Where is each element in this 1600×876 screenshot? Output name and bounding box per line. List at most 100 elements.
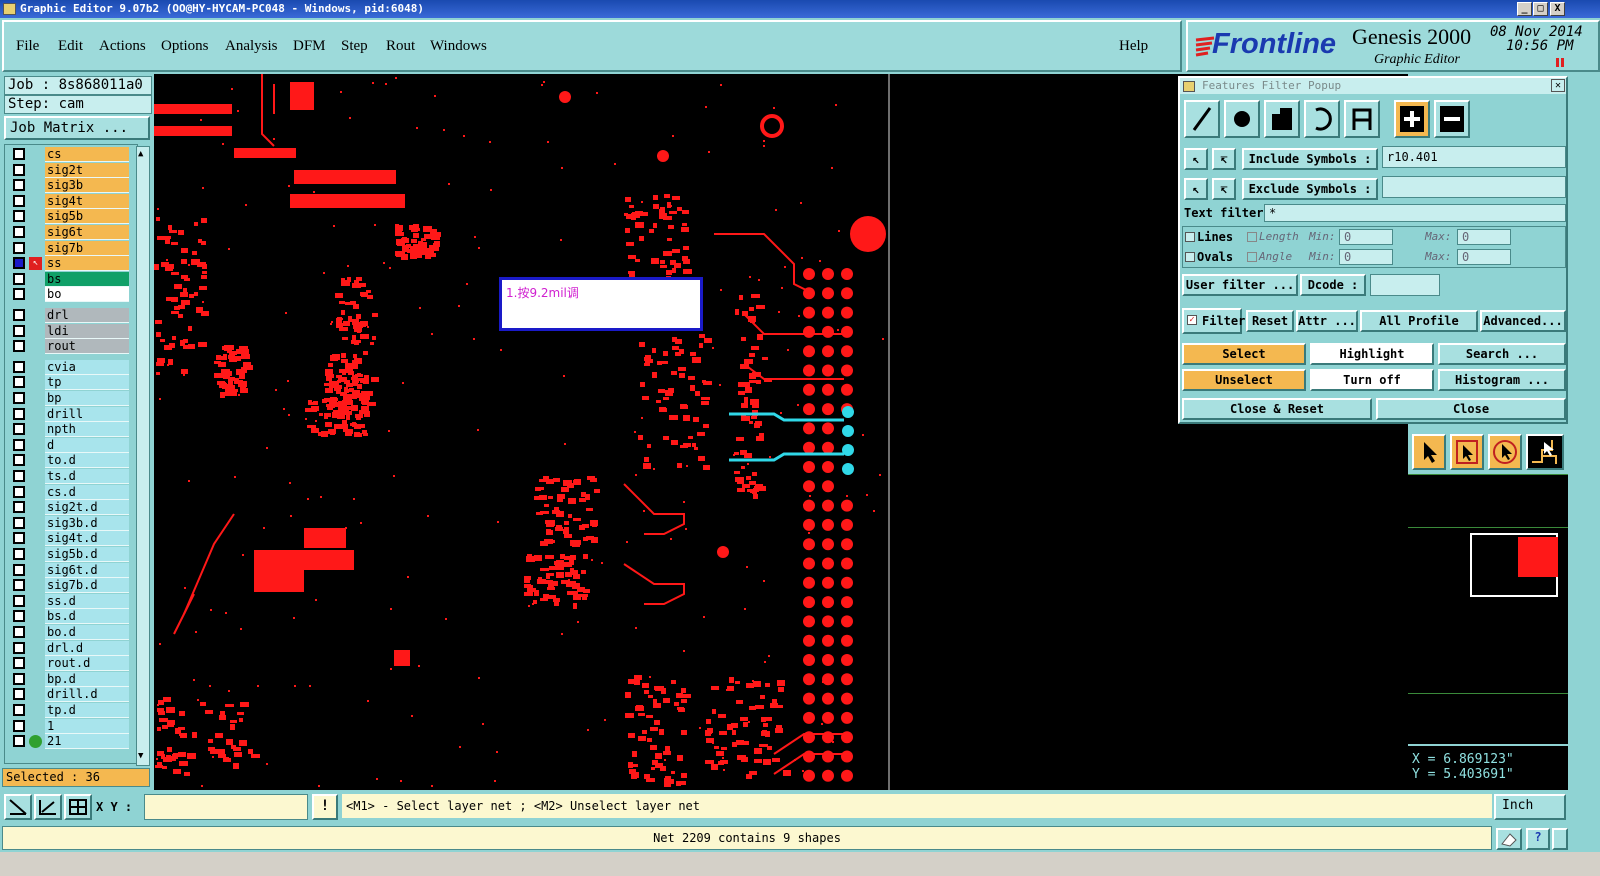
layer-checkbox[interactable] [13, 610, 25, 623]
layer-row[interactable]: sig4t.d [11, 531, 129, 547]
pointer-tool-icon[interactable] [1412, 434, 1446, 470]
layer-checkbox[interactable] [13, 626, 25, 638]
angle-checkbox[interactable] [1247, 252, 1257, 262]
menu-file[interactable]: File [16, 38, 39, 55]
layer-checkbox[interactable] [13, 704, 25, 716]
length-max-input[interactable]: 0 [1457, 229, 1511, 245]
lines-checkbox[interactable] [1185, 232, 1195, 242]
layer-row[interactable]: d [11, 437, 129, 453]
layer-row[interactable]: drl.d [11, 640, 129, 656]
layer-checkbox[interactable] [13, 163, 25, 176]
annotation-note[interactable]: 1.按9.2mil调 [499, 277, 703, 331]
layer-checkbox[interactable] [13, 563, 25, 576]
layer-row[interactable]: sig4t [11, 193, 129, 209]
layer-row[interactable]: cs.d [11, 484, 129, 500]
close-popup-button[interactable]: Close [1376, 398, 1566, 420]
menu-rout[interactable]: Rout [386, 38, 415, 55]
layer-row[interactable]: drill [11, 406, 129, 422]
layer-row[interactable]: sig5b.d [11, 547, 129, 562]
all-profile-dropdown[interactable]: All Profile [1360, 310, 1478, 332]
layer-checkbox[interactable] [13, 516, 25, 529]
layer-checkbox[interactable] [13, 423, 25, 436]
layer-row[interactable]: drl [11, 308, 129, 323]
filter-positive-tool[interactable] [1394, 100, 1430, 138]
filter-pads-tool[interactable] [1224, 100, 1260, 138]
layer-row[interactable]: cs [11, 147, 129, 162]
include-browse-icon[interactable]: ↸ [1212, 148, 1236, 170]
menu-edit[interactable]: Edit [58, 38, 83, 55]
pause-icon[interactable] [1556, 58, 1564, 67]
layer-row[interactable]: sig6t.d [11, 562, 129, 578]
snap-tool-icon[interactable] [4, 794, 32, 820]
layer-checkbox[interactable] [13, 360, 25, 373]
units-dropdown[interactable]: Inch [1494, 794, 1566, 820]
layer-row[interactable]: sig5b [11, 209, 129, 225]
overview-minimap[interactable] [1408, 474, 1568, 744]
layer-checkbox[interactable] [13, 257, 25, 270]
alert-icon[interactable]: ! [312, 794, 338, 820]
layer-row[interactable]: 21 [11, 734, 129, 750]
layer-row[interactable]: 1 [11, 718, 129, 734]
layer-checkbox[interactable] [13, 688, 25, 701]
menu-analysis[interactable]: Analysis [225, 38, 278, 55]
layer-row[interactable]: rout.d [11, 656, 129, 672]
help-icon[interactable]: ? [1526, 828, 1550, 850]
layer-checkbox[interactable] [13, 454, 25, 467]
layer-row[interactable]: sig6t [11, 225, 129, 240]
layer-checkbox[interactable] [13, 485, 25, 498]
filter-negative-tool[interactable] [1434, 100, 1470, 138]
job-matrix-button[interactable]: Job Matrix ... [4, 116, 150, 140]
unselect-button[interactable]: Unselect [1182, 369, 1306, 391]
reset-button[interactable]: Reset [1246, 310, 1294, 332]
layer-checkbox[interactable] [13, 309, 25, 321]
layer-row[interactable]: bp [11, 391, 129, 406]
filter-arcs-tool[interactable] [1304, 100, 1340, 138]
layer-checkbox[interactable] [13, 470, 25, 482]
user-filter-button[interactable]: User filter ... [1182, 274, 1298, 296]
layer-row[interactable]: sig7b.d [11, 578, 129, 594]
layer-row[interactable]: drill.d [11, 687, 129, 703]
menu-options[interactable]: Options [161, 38, 209, 55]
layer-row[interactable]: sig3b [11, 178, 129, 194]
length-min-input[interactable]: 0 [1339, 229, 1393, 245]
layer-checkbox[interactable] [13, 438, 25, 451]
layer-row[interactable]: cvia [11, 359, 129, 375]
measure-tool-icon[interactable] [34, 794, 62, 820]
turn-off-button[interactable]: Turn off [1310, 369, 1434, 391]
include-symbols-button[interactable]: Include Symbols : [1242, 148, 1378, 170]
layer-row[interactable]: ↖ ss [11, 256, 129, 272]
layer-row[interactable]: rout [11, 339, 129, 355]
scroll-down-icon[interactable]: ▼ [138, 751, 143, 761]
layer-checkbox[interactable] [13, 210, 25, 223]
layer-row[interactable]: sig3b.d [11, 515, 129, 531]
layer-checkbox[interactable] [13, 179, 25, 192]
layer-checkbox[interactable] [13, 672, 25, 685]
ovals-checkbox[interactable] [1185, 252, 1195, 262]
exclude-symbols-button[interactable]: Exclude Symbols : [1242, 178, 1378, 200]
select-button[interactable]: Select [1182, 343, 1306, 365]
layer-checkbox[interactable] [13, 376, 25, 389]
menu-windows[interactable]: Windows [430, 38, 487, 55]
filter-surfaces-tool[interactable] [1264, 100, 1300, 138]
layer-checkbox[interactable] [13, 392, 25, 404]
layer-checkbox[interactable] [13, 324, 25, 337]
menu-step[interactable]: Step [341, 38, 368, 55]
close-button[interactable]: X [1550, 2, 1565, 16]
layer-checkbox[interactable] [13, 594, 25, 607]
length-checkbox[interactable] [1247, 232, 1257, 242]
layer-row[interactable]: bs.d [11, 609, 129, 625]
layer-checkbox[interactable] [13, 226, 25, 238]
close-reset-button[interactable]: Close & Reset [1182, 398, 1372, 420]
layer-checkbox[interactable] [13, 272, 25, 285]
layer-row[interactable]: sig2t [11, 162, 129, 178]
layer-checkbox[interactable] [13, 548, 25, 560]
eraser-icon[interactable] [1496, 828, 1522, 850]
layer-row[interactable]: sig2t.d [11, 500, 129, 516]
histogram-button[interactable]: Histogram ... [1438, 369, 1566, 391]
layer-checkbox[interactable] [13, 501, 25, 514]
layer-checkbox[interactable] [13, 148, 25, 160]
layer-checkbox[interactable] [13, 532, 25, 545]
layer-checkbox[interactable] [13, 735, 25, 748]
filter-text-tool[interactable] [1344, 100, 1380, 138]
include-symbols-input[interactable]: r10.401 [1382, 146, 1566, 168]
